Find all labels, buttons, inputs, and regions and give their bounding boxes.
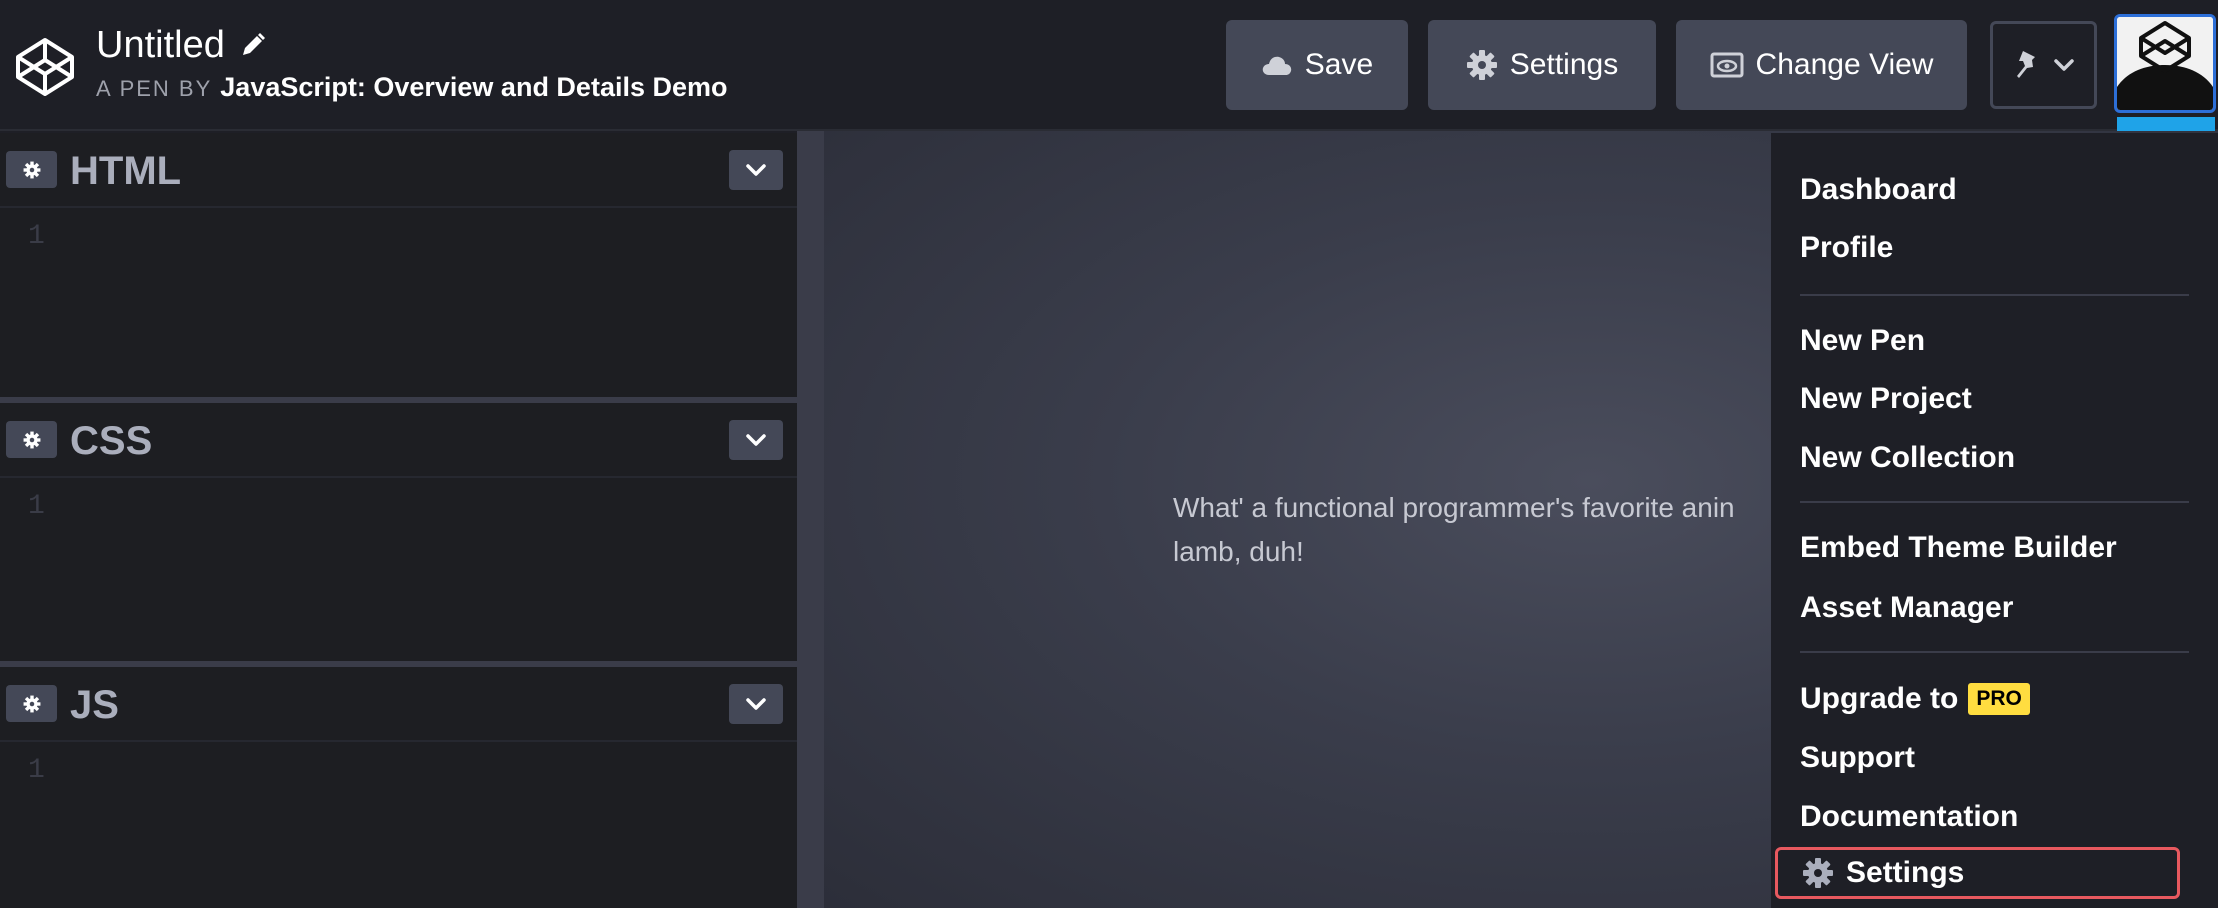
gear-icon [23, 695, 40, 712]
line-number: 1 [28, 491, 45, 522]
cloud-icon [1262, 56, 1291, 75]
menu-item-new-project[interactable]: New Project [1800, 379, 1972, 419]
css-settings-button[interactable] [6, 421, 57, 458]
pinned-items-button[interactable] [1990, 21, 2097, 109]
css-collapse-toggle[interactable] [729, 420, 783, 460]
save-label: Save [1304, 48, 1374, 81]
pen-title-block: Untitled A PEN BY JavaScript: Overview an… [96, 22, 728, 103]
chevron-down-icon [2053, 59, 2074, 71]
gear-icon [1466, 50, 1497, 80]
header-bar: Untitled A PEN BY JavaScript: Overview an… [0, 0, 2218, 131]
menu-divider [1800, 501, 2189, 503]
upgrade-label: Upgrade to [1800, 682, 1959, 715]
menu-divider [1800, 294, 2189, 296]
line-number: 1 [28, 221, 45, 252]
html-editor: HTML 1 [0, 133, 797, 397]
menu-item-dashboard[interactable]: Dashboard [1800, 170, 1957, 210]
user-avatar[interactable] [2114, 14, 2216, 113]
settings-label: Settings [1509, 48, 1619, 81]
js-editor: JS 1 [0, 667, 797, 908]
js-editor-header: JS [0, 667, 797, 742]
chevron-down-icon [746, 698, 766, 710]
editor-preview-resize-gutter[interactable] [797, 131, 824, 908]
chevron-down-icon [746, 434, 766, 446]
avatar-active-indicator [2117, 117, 2215, 131]
pen-byline: A PEN BY JavaScript: Overview and Details… [96, 72, 728, 103]
preview-text-line: What' a functional programmer's favorite… [1173, 492, 1735, 523]
menu-item-new-collection[interactable]: New Collection [1800, 438, 2015, 478]
author-link[interactable]: JavaScript: Overview and Details Demo [220, 72, 727, 102]
js-editor-title: JS [70, 683, 119, 727]
line-number: 1 [28, 755, 45, 786]
save-button[interactable]: Save [1226, 20, 1408, 110]
css-editor-header: CSS [0, 403, 797, 478]
js-settings-button[interactable] [6, 685, 57, 722]
css-editor: CSS 1 [0, 403, 797, 661]
js-collapse-toggle[interactable] [729, 684, 783, 724]
html-settings-button[interactable] [6, 151, 57, 188]
change-view-label: Change View [1755, 48, 1934, 81]
gear-icon [23, 431, 40, 448]
menu-divider [1800, 651, 2189, 653]
settings-button[interactable]: Settings [1428, 20, 1656, 110]
pro-badge: PRO [1968, 683, 2030, 715]
menu-item-support[interactable]: Support [1800, 738, 1915, 778]
pen-title[interactable]: Untitled [96, 22, 225, 68]
pencil-icon[interactable] [239, 31, 267, 59]
user-dropdown-menu: Dashboard Profile New Pen New Project Ne… [1771, 133, 2218, 908]
css-editor-title: CSS [70, 419, 153, 463]
pin-icon [2016, 51, 2035, 78]
menu-item-settings[interactable]: Settings [1775, 847, 2180, 899]
by-prefix: A PEN BY [96, 76, 213, 101]
menu-item-embed-theme-builder[interactable]: Embed Theme Builder [1800, 528, 2117, 568]
menu-item-upgrade[interactable]: Upgrade to PRO [1800, 679, 2030, 719]
preview-text: What' a functional programmer's favorite… [1173, 486, 1813, 574]
preview-text-line: lamb, duh! [1173, 536, 1304, 567]
menu-item-documentation[interactable]: Documentation [1800, 797, 2018, 837]
gear-icon [23, 161, 40, 178]
html-editor-title: HTML [70, 149, 182, 193]
menu-item-new-pen[interactable]: New Pen [1800, 321, 1925, 361]
html-editor-header: HTML [0, 133, 797, 208]
settings-menu-label: Settings [1846, 856, 1965, 889]
menu-item-asset-manager[interactable]: Asset Manager [1800, 588, 2013, 628]
gear-icon [1803, 858, 1833, 888]
html-collapse-toggle[interactable] [729, 150, 783, 190]
menu-item-profile[interactable]: Profile [1800, 228, 1893, 268]
codepen-logo-icon[interactable] [14, 36, 76, 98]
change-view-button[interactable]: Change View [1676, 20, 1967, 110]
chevron-down-icon [746, 164, 766, 176]
eye-icon [1710, 52, 1744, 78]
editor-panels: HTML 1 CSS 1 JS 1 [0, 133, 797, 908]
